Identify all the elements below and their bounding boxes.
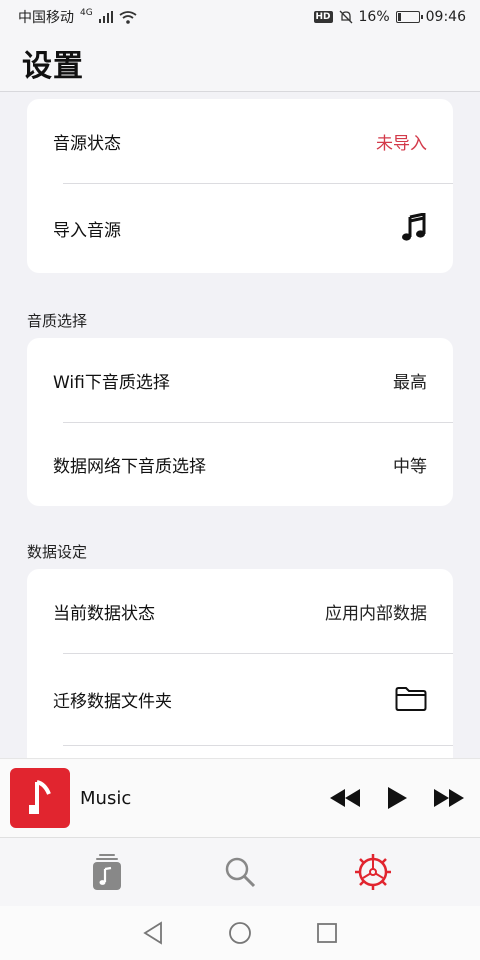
row-label: Wifi下音质选择 <box>53 372 170 393</box>
network-type: 4G <box>80 8 93 18</box>
row-data-status[interactable]: 当前数据状态 应用内部数据 <box>27 569 453 653</box>
row-label: 数据网络下音质选择 <box>53 456 206 477</box>
album-art[interactable] <box>10 768 70 828</box>
page-header: 设置 <box>0 34 480 92</box>
row-label: 音源状态 <box>53 133 121 154</box>
wifi-quality-value: 最高 <box>393 372 427 393</box>
row-migrate-folder[interactable]: 迁移数据文件夹 <box>27 653 453 745</box>
section-title-data: 数据设定 <box>27 543 88 561</box>
music-note-icon <box>402 213 426 241</box>
music-note-icon <box>29 780 51 814</box>
mini-player[interactable]: Music <box>0 758 480 838</box>
system-nav-bar <box>0 906 480 960</box>
battery-icon <box>395 11 423 23</box>
clock: 09:46 <box>425 9 466 25</box>
home-icon[interactable] <box>228 921 252 945</box>
page-title: 设置 <box>22 48 84 84</box>
player-title: Music <box>80 787 132 809</box>
tab-bar <box>0 838 480 906</box>
carrier-label: 中国移动 <box>18 10 74 26</box>
tab-settings[interactable] <box>343 848 403 896</box>
back-icon[interactable] <box>142 921 164 945</box>
data-card: 当前数据状态 应用内部数据 迁移数据文件夹 <box>27 569 453 758</box>
library-icon <box>92 854 121 890</box>
data-status-value: 应用内部数据 <box>325 603 427 624</box>
hd-badge: HD <box>313 11 333 23</box>
row-import-source[interactable]: 导入音源 <box>27 183 453 273</box>
play-icon[interactable] <box>386 786 408 810</box>
mobile-quality-value: 中等 <box>393 456 427 477</box>
source-card: 音源状态 未导入 导入音源 <box>27 99 453 273</box>
folder-icon <box>395 687 427 711</box>
source-status-value: 未导入 <box>376 133 427 154</box>
row-mobile-quality[interactable]: 数据网络下音质选择 中等 <box>27 422 453 506</box>
tab-library[interactable] <box>77 848 137 896</box>
search-icon <box>225 857 256 888</box>
row-label: 迁移数据文件夹 <box>53 691 172 712</box>
settings-gear-icon <box>355 854 392 890</box>
fast-forward-icon[interactable] <box>432 787 466 809</box>
battery-percent: 16% <box>358 9 390 25</box>
mute-bell-icon <box>339 10 352 24</box>
section-title-quality: 音质选择 <box>27 312 88 330</box>
quality-card: Wifi下音质选择 最高 数据网络下音质选择 中等 <box>27 338 453 506</box>
row-source-status[interactable]: 音源状态 未导入 <box>27 99 453 183</box>
row-next-partial <box>27 745 453 758</box>
row-wifi-quality[interactable]: Wifi下音质选择 最高 <box>27 338 453 422</box>
rewind-icon[interactable] <box>328 787 362 809</box>
signal-icon <box>98 11 113 23</box>
row-label: 导入音源 <box>53 220 121 241</box>
wifi-icon <box>119 10 137 24</box>
row-label: 当前数据状态 <box>53 603 155 624</box>
status-bar: 中国移动 4G HD 16% 09:46 <box>0 0 480 34</box>
settings-content[interactable]: 音源状态 未导入 导入音源 音质选择 Wifi下音质选择 最高 数据网络下音质选… <box>0 92 480 758</box>
recents-icon[interactable] <box>316 922 338 944</box>
tab-search[interactable] <box>210 848 270 896</box>
